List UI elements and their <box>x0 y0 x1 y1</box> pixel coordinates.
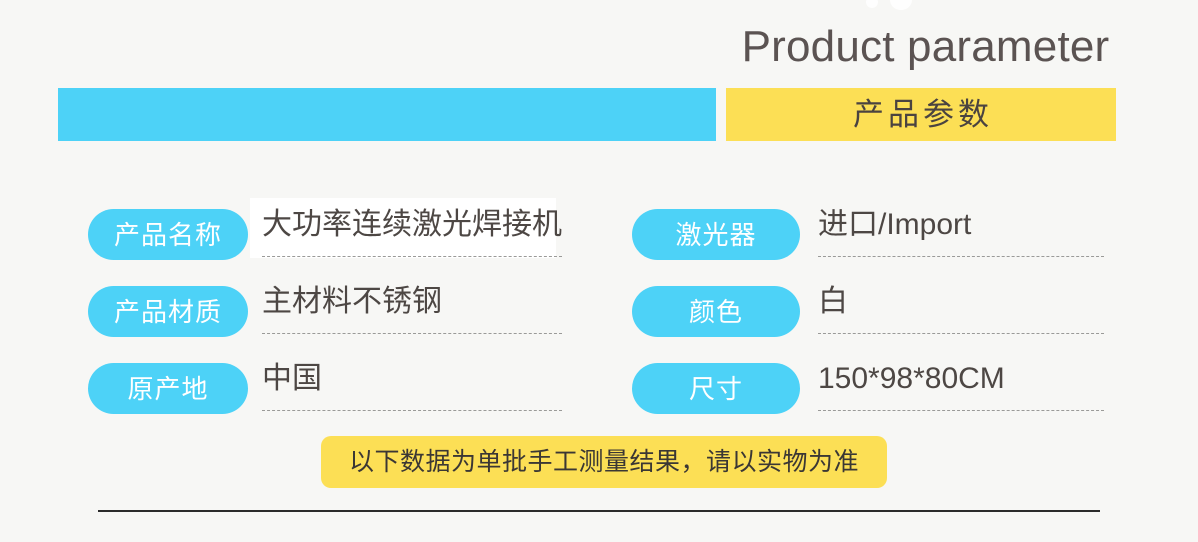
parameter-label-text: 尺寸 <box>688 373 743 404</box>
bottom-divider <box>98 510 1100 512</box>
parameter-label-text: 颜色 <box>688 296 743 327</box>
parameter-value-color: 白 <box>818 275 1106 345</box>
parameter-label-text: 产品名称 <box>113 219 222 250</box>
parameter-value-text: 进口/Import <box>818 208 972 241</box>
parameter-value-material: 主材料不锈钢 <box>262 275 568 345</box>
decorative-dot-icon <box>866 0 878 8</box>
parameter-row-color: 颜色 白 <box>632 275 1106 352</box>
parameter-column-left: 产品名称 大功率连续激光焊接机 产品材质 主材料不锈钢 原产地 中国 <box>88 198 568 429</box>
decorative-dot-icon <box>890 0 912 10</box>
parameter-row-laser: 激光器 进口/Import <box>632 198 1106 275</box>
parameter-value-text: 主材料不锈钢 <box>262 285 442 318</box>
parameter-row-size: 尺寸 150*98*80CM <box>632 352 1106 429</box>
parameter-label-color: 颜色 <box>632 286 800 337</box>
parameter-label-origin: 原产地 <box>88 363 248 414</box>
parameter-value-text: 150*98*80CM <box>818 362 1005 395</box>
parameter-label-material: 产品材质 <box>88 286 248 337</box>
parameter-row-origin: 原产地 中国 <box>88 352 568 429</box>
value-underline <box>818 410 1104 411</box>
parameter-label-laser: 激光器 <box>632 209 800 260</box>
value-underline <box>262 256 562 257</box>
parameter-value-text: 中国 <box>262 362 322 395</box>
header-accent-bar-yellow: 产品参数 <box>726 88 1116 141</box>
parameter-value-size: 150*98*80CM <box>818 352 1106 422</box>
parameter-value-product-name: 大功率连续激光焊接机 <box>250 198 568 268</box>
parameter-column-right: 激光器 进口/Import 颜色 白 尺寸 150*98*80CM <box>632 198 1106 429</box>
parameter-label-text: 产品材质 <box>113 296 222 327</box>
measurement-disclaimer-text: 以下数据为单批手工测量结果，请以实物为准 <box>348 447 859 476</box>
measurement-disclaimer-badge: 以下数据为单批手工测量结果，请以实物为准 <box>321 436 887 488</box>
value-underline <box>818 333 1104 334</box>
parameter-value-origin: 中国 <box>262 352 568 422</box>
parameter-row-material: 产品材质 主材料不锈钢 <box>88 275 568 352</box>
parameter-value-laser: 进口/Import <box>818 198 1106 268</box>
page-title-chinese: 产品参数 <box>853 97 993 132</box>
parameter-label-product-name: 产品名称 <box>88 209 248 260</box>
parameter-row-product-name: 产品名称 大功率连续激光焊接机 <box>88 198 568 275</box>
parameter-label-text: 原产地 <box>127 373 209 404</box>
product-parameter-page: Product parameter 产品参数 产品名称 大功率连续激光焊接机 产… <box>0 0 1198 542</box>
value-underline <box>262 333 562 334</box>
value-underline <box>818 256 1104 257</box>
parameter-value-text: 大功率连续激光焊接机 <box>262 208 562 241</box>
parameter-label-size: 尺寸 <box>632 363 800 414</box>
parameter-label-text: 激光器 <box>675 219 757 250</box>
value-underline <box>262 410 562 411</box>
parameter-value-text: 白 <box>818 285 848 318</box>
page-title-english: Product parameter <box>741 22 1110 71</box>
header-accent-bar-blue <box>58 88 716 141</box>
